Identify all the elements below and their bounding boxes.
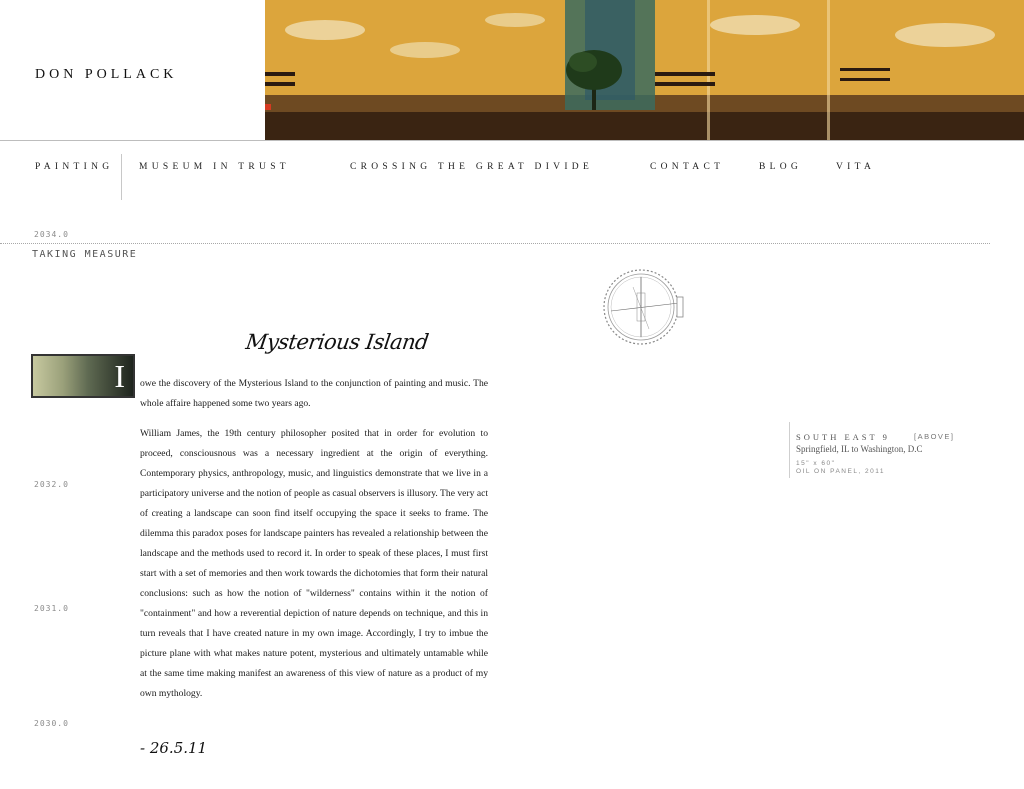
painting-caption: SOUTH EAST 9 [ABOVE] Springfield, IL to … <box>789 422 989 478</box>
nav-vita[interactable]: VITA <box>836 162 875 172</box>
drop-cap: I <box>114 358 125 394</box>
article-thumbnail[interactable]: I <box>31 354 135 398</box>
site-title[interactable]: DON POLLACK <box>35 67 177 83</box>
article-signature: - 26.5.11 <box>140 739 208 757</box>
nav-museum-in-trust[interactable]: MUSEUM IN TRUST <box>139 162 290 172</box>
article-title: Mysterious Island <box>244 330 430 354</box>
article-intro: owe the discovery of the Mysterious Isla… <box>140 378 488 409</box>
timeline-year: 2030.0 <box>34 719 69 728</box>
caption-medium: OIL ON PANEL, 2011 <box>796 468 886 475</box>
main-nav: PAINTING MUSEUM IN TRUST CROSSING THE GR… <box>0 162 1024 176</box>
header-divider <box>0 140 1024 141</box>
timeline-year: 2032.0 <box>34 480 69 489</box>
caption-size: 15" x 60" <box>796 460 836 467</box>
caption-place: Springfield, IL to Washington, D.C <box>796 444 923 454</box>
nav-painting[interactable]: PAINTING <box>35 162 113 172</box>
nav-crossing-the-great-divide[interactable]: CROSSING THE GREAT DIVIDE <box>350 162 593 172</box>
nav-divider <box>121 154 122 200</box>
header-banner-painting <box>265 0 1024 140</box>
article-paragraph: William James, the 19th century philosop… <box>140 428 488 699</box>
caption-title: SOUTH EAST 9 <box>796 432 890 442</box>
timeline-year: 2031.0 <box>34 604 69 613</box>
timeline-rule <box>0 243 990 244</box>
nav-blog[interactable]: BLOG <box>759 162 802 172</box>
compass-icon[interactable] <box>601 267 687 358</box>
section-label: TAKING MEASURE <box>32 249 138 260</box>
timeline-year: 2034.0 <box>34 230 69 239</box>
caption-tag: [ABOVE] <box>914 432 955 441</box>
nav-contact[interactable]: CONTACT <box>650 162 724 172</box>
